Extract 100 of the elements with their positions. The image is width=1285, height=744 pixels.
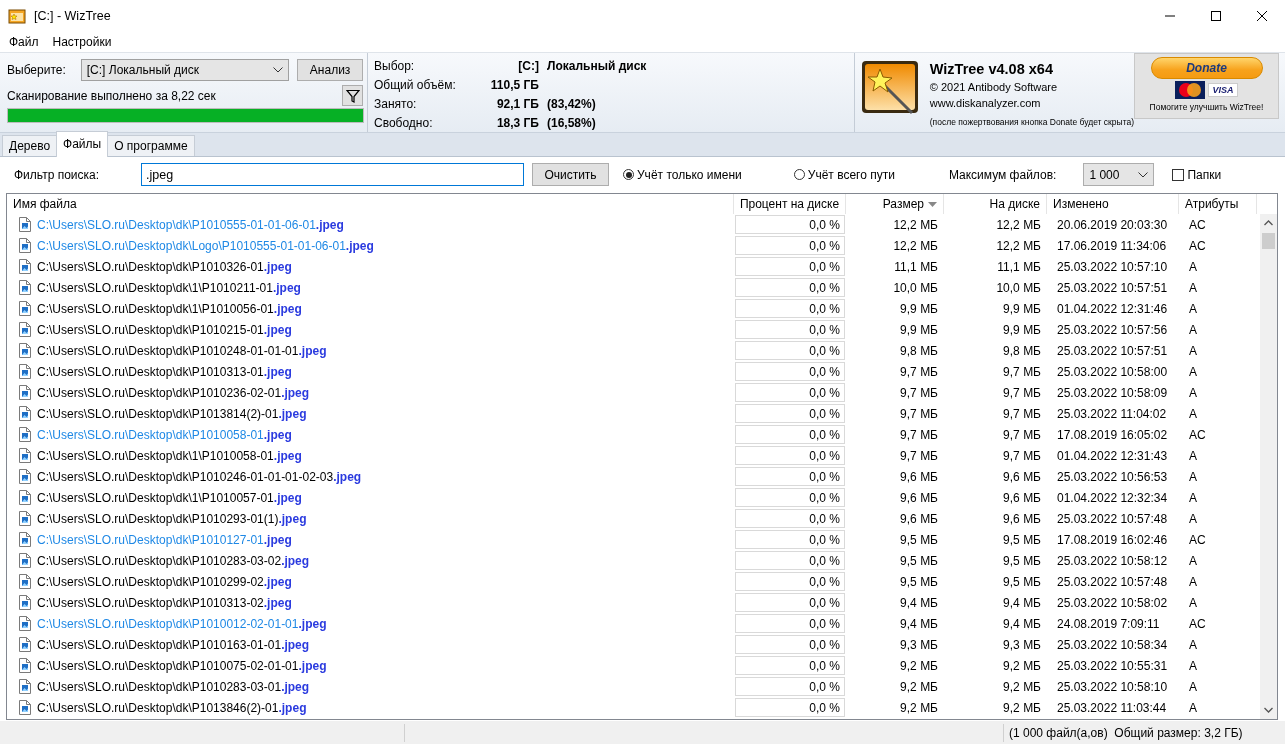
summary-label: Выбор: <box>374 58 416 73</box>
image-file-icon <box>19 448 31 463</box>
image-file-icon <box>19 637 31 652</box>
percent-cell: 0,0 % <box>735 467 845 486</box>
file-path[interactable]: C:\Users\SLO.ru\Desktop\dk\P1010058-01.jpeg <box>37 427 292 442</box>
card-logo: VISA <box>1208 83 1238 97</box>
scroll-up-icon[interactable] <box>1264 220 1273 226</box>
analyze-button[interactable]: Анализ <box>297 59 363 81</box>
file-path[interactable]: C:\Users\SLO.ru\Desktop\dk\P1013846(2)-01.jpeg <box>37 700 307 715</box>
checkbox[interactable] <box>1172 168 1185 181</box>
summary-value: 110,5 ГБ <box>489 77 539 92</box>
website-link[interactable]: www.diskanalyzer.com <box>929 97 1134 113</box>
file-path[interactable]: C:\Users\SLO.ru\Desktop\dk\P1010246-01-01-01-02-03.jpeg <box>37 469 362 484</box>
attributes-cell-text: A <box>1188 259 1198 274</box>
file-path[interactable]: C:\Users\SLO.ru\Desktop\dk\P1010012-02-01-01.jpeg <box>37 616 327 631</box>
size-cell-text: 9,7 МБ <box>899 427 939 442</box>
disk-size-cell-text: 9,6 МБ <box>1002 490 1042 505</box>
filter-icon <box>345 88 360 103</box>
image-file-icon <box>19 511 31 526</box>
file-path[interactable]: C:\Users\SLO.ru\Desktop\dk\P1010248-01-01-01.jpeg <box>37 343 327 358</box>
file-path[interactable]: C:\Users\SLO.ru\Desktop\dk\P1010163-01-01.jpeg <box>37 637 310 652</box>
scrollbar[interactable] <box>1260 214 1277 719</box>
date-cell-text: 24.08.2019 7:09:11 <box>1056 616 1161 631</box>
file-path[interactable]: C:\Users\SLO.ru\Desktop\dk\1\P1010211-01.jpeg <box>37 280 301 295</box>
column-header[interactable]: На диске <box>944 194 1047 214</box>
column-header[interactable]: Размер <box>846 194 944 214</box>
menu-item[interactable]: Файл <box>2 35 46 49</box>
file-path[interactable]: C:\Users\SLO.ru\Desktop\dk\P1010299-02.jpeg <box>37 574 292 589</box>
file-path[interactable]: C:\Users\SLO.ru\Desktop\dk\Logo\P1010555-01-01-06-01.jpeg <box>37 238 374 253</box>
menu-item[interactable]: Настройки <box>45 35 119 49</box>
file-path[interactable]: C:\Users\SLO.ru\Desktop\dk\P1010555-01-01-06-01.jpeg <box>37 217 344 232</box>
column-header[interactable]: Изменено <box>1047 194 1179 214</box>
disk-size-cell-text: 9,5 МБ <box>1002 553 1042 568</box>
percent-cell: 0,0 % <box>735 362 845 381</box>
date-cell-text: 25.03.2022 10:58:00 <box>1056 364 1169 379</box>
tab[interactable]: Файлы <box>56 131 109 157</box>
size-cell-text: 9,2 МБ <box>899 658 939 673</box>
percent-cell: 0,0 % <box>735 446 845 465</box>
tab[interactable]: О программе <box>107 135 195 156</box>
file-path[interactable]: C:\Users\SLO.ru\Desktop\dk\1\P1010058-01.jpeg <box>37 448 302 463</box>
max-files-dropdown[interactable]: 1 000 <box>1083 163 1155 186</box>
file-path[interactable]: C:\Users\SLO.ru\Desktop\dk\P1010313-01.jpeg <box>37 364 292 379</box>
file-path[interactable]: C:\Users\SLO.ru\Desktop\dk\P1010283-03-02.jpeg <box>37 553 310 568</box>
disk-size-cell-text: 9,4 МБ <box>1002 595 1042 610</box>
size-cell-text: 9,5 МБ <box>899 574 939 589</box>
tab[interactable]: Дерево <box>2 135 58 156</box>
disk-size-cell-text: 10,0 МБ <box>995 280 1042 295</box>
percent-cell: 0,0 % <box>735 404 845 423</box>
disk-size-cell-text: 9,6 МБ <box>1002 469 1042 484</box>
date-cell-text: 01.04.2022 12:31:43 <box>1056 448 1169 463</box>
file-path[interactable]: C:\Users\SLO.ru\Desktop\dk\P1013814(2)-01.jpeg <box>37 406 307 421</box>
attributes-cell-text: AC <box>1188 238 1207 253</box>
filter-button[interactable] <box>342 85 363 106</box>
scroll-thumb[interactable] <box>1262 233 1275 249</box>
file-path[interactable]: C:\Users\SLO.ru\Desktop\dk\1\P1010056-01.jpeg <box>37 301 302 316</box>
attributes-cell-text: A <box>1188 637 1198 652</box>
file-path[interactable]: C:\Users\SLO.ru\Desktop\dk\P1010215-01.jpeg <box>37 322 292 337</box>
column-header[interactable]: Атрибуты <box>1179 194 1257 214</box>
file-path[interactable]: C:\Users\SLO.ru\Desktop\dk\P1010313-02.jpeg <box>37 595 292 610</box>
max-files-label: Максимум файлов: <box>948 167 1057 182</box>
image-file-icon <box>19 574 31 589</box>
image-file-icon <box>19 490 31 505</box>
chevron-icon <box>1138 171 1149 178</box>
donate-note: (после пожертвования кнопка Donate будет скрыта) <box>929 117 1134 127</box>
disk-size-cell-text: 11,1 МБ <box>996 259 1042 274</box>
image-file-icon <box>19 553 31 568</box>
size-cell-text: 9,6 МБ <box>899 490 939 505</box>
file-path[interactable]: C:\Users\SLO.ru\Desktop\dk\P1010283-03-01.jpeg <box>37 679 310 694</box>
percent-cell: 0,0 % <box>735 551 845 570</box>
size-cell-text: 9,5 МБ <box>899 553 939 568</box>
summary-detail: Локальный диск <box>547 58 648 73</box>
attributes-cell-text: A <box>1188 658 1198 673</box>
file-path[interactable]: C:\Users\SLO.ru\Desktop\dk\P1010236-02-01.jpeg <box>37 385 310 400</box>
date-cell-text: 25.03.2022 10:57:56 <box>1056 322 1169 337</box>
file-path[interactable]: C:\Users\SLO.ru\Desktop\dk\P1010293-01(1).jpeg <box>37 511 307 526</box>
attributes-cell-text: A <box>1188 448 1198 463</box>
size-cell-text: 9,7 МБ <box>899 385 939 400</box>
donate-button[interactable]: Donate <box>1150 57 1263 79</box>
size-cell-text: 9,6 МБ <box>899 511 939 526</box>
percent-cell: 0,0 % <box>735 530 845 549</box>
date-cell-text: 25.03.2022 11:03:44 <box>1056 700 1168 715</box>
clear-button[interactable]: Очистить <box>532 163 609 186</box>
search-field[interactable]: .jpeg <box>141 163 524 186</box>
size-cell-text: 9,8 МБ <box>899 343 939 358</box>
percent-cell: 0,0 % <box>735 509 845 528</box>
file-path[interactable]: C:\Users\SLO.ru\Desktop\dk\P1010127-01.jpeg <box>37 532 292 547</box>
column-header[interactable]: Процент на диске <box>734 194 846 214</box>
attributes-cell-text: A <box>1188 553 1198 568</box>
size-cell-text: 9,4 МБ <box>899 595 939 610</box>
file-path[interactable]: C:\Users\SLO.ru\Desktop\dk\P1010326-01.jpeg <box>37 259 292 274</box>
percent-cell: 0,0 % <box>735 677 845 696</box>
scroll-down-icon[interactable] <box>1264 707 1273 713</box>
disk-size-cell-text: 9,7 МБ <box>1002 427 1042 442</box>
file-path[interactable]: C:\Users\SLO.ru\Desktop\dk\1\P1010057-01.jpeg <box>37 490 302 505</box>
drive-dropdown[interactable]: [C:] Локальный диск <box>80 59 290 81</box>
column-header[interactable]: Имя файла <box>7 194 734 214</box>
date-cell-text: 20.06.2019 20:03:30 <box>1056 217 1169 232</box>
disk-size-cell-text: 9,6 МБ <box>1002 511 1042 526</box>
file-path[interactable]: C:\Users\SLO.ru\Desktop\dk\P1010075-02-01-01.jpeg <box>37 658 327 673</box>
date-cell-text: 25.03.2022 10:56:53 <box>1056 469 1169 484</box>
